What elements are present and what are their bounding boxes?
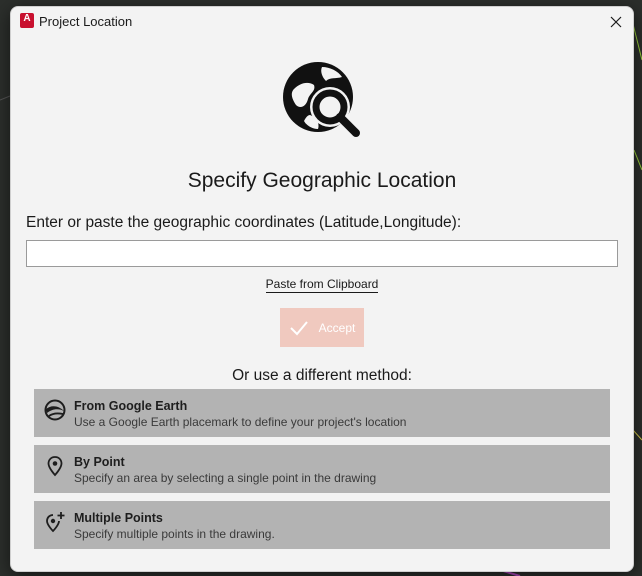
google-earth-icon [44,399,66,421]
coordinates-label: Enter or paste the geographic coordinate… [26,214,462,231]
app-icon-letter: A [23,13,31,24]
method-description: Use a Google Earth placemark to define y… [74,415,407,429]
accept-label: Accept [318,320,356,335]
alternative-method-label: Or use a different method: [232,367,412,384]
window-title: Project Location [39,14,133,29]
map-pin-icon [47,456,63,477]
method-by-point[interactable]: By Point Specify an area by selecting a … [34,445,610,493]
coordinates-input[interactable] [26,240,618,267]
accept-button[interactable]: Accept [280,308,364,347]
autodesk-app-icon: A [20,13,34,28]
globe-search-icon [283,62,360,137]
method-title: By Point [74,455,125,469]
method-google-earth[interactable]: From Google Earth Use a Google Earth pla… [34,389,610,437]
method-title: From Google Earth [74,399,188,413]
project-location-dialog: A Project Location Specify Geographic Lo… [10,6,634,572]
method-description: Specify multiple points in the drawing. [74,527,275,541]
close-icon [610,16,622,28]
paste-from-clipboard-link[interactable]: Paste from Clipboard [265,277,379,293]
method-title: Multiple Points [74,511,163,525]
method-description: Specify an area by selecting a single po… [74,471,377,485]
paste-from-clipboard-row: Paste from Clipboard [11,277,633,293]
map-pin-plus-icon [46,512,65,533]
checkmark-icon [289,320,308,335]
title-bar: A Project Location [11,7,633,37]
dialog-heading: Specify Geographic Location [187,169,457,192]
close-button[interactable] [603,9,629,35]
method-multiple-points[interactable]: Multiple Points Specify multiple points … [34,501,610,549]
